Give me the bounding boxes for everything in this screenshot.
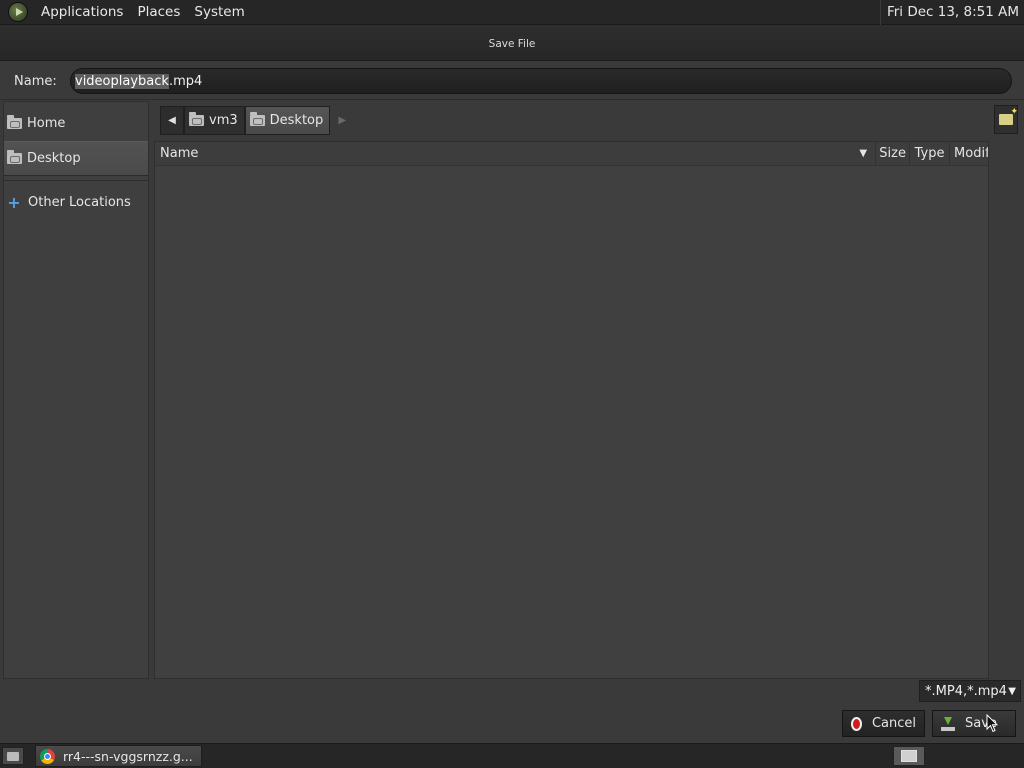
save-file-dialog: Save File Name: videoplayback .mp4 Home D… — [0, 25, 1024, 743]
filename-extension-text: .mp4 — [168, 73, 203, 89]
sidebar-item-label: Desktop — [27, 151, 81, 166]
taskbar-window-button[interactable]: rr4---sn-vggsrnzz.g... — [35, 745, 202, 767]
save-download-icon — [941, 716, 955, 731]
column-header-modified[interactable]: Modif — [950, 142, 988, 166]
dialog-title: Save File — [0, 25, 1024, 61]
separator — [0, 99, 1024, 100]
path-segment-label: vm3 — [209, 113, 238, 128]
sidebar-item-other-locations[interactable]: + Other Locations — [4, 185, 148, 220]
sidebar-item-label: Other Locations — [28, 195, 131, 210]
list-side-area — [990, 141, 1024, 679]
sidebar-item-desktop[interactable]: Desktop — [4, 141, 148, 176]
sidebar-item-label: Home — [27, 116, 66, 131]
chevron-down-icon: ▼ — [1008, 685, 1016, 697]
menu-system[interactable]: System — [187, 4, 251, 20]
clock[interactable]: Fri Dec 13, 8:51 AM — [879, 0, 1024, 25]
bottom-panel: rr4---sn-vggsrnzz.g... — [0, 743, 1024, 768]
file-type-filter-dropdown[interactable]: *.MP4,*.mp4 ▼ — [919, 680, 1021, 702]
path-segment-desktop[interactable]: Desktop — [244, 106, 331, 135]
sidebar-divider — [4, 180, 148, 181]
top-menu: Applications Places System — [0, 0, 252, 25]
column-header-name[interactable]: Name ▼ — [155, 141, 877, 166]
taskbar-window-title: rr4---sn-vggsrnzz.g... — [63, 748, 193, 764]
path-bar: ◀ vm3 Desktop ▶ — [160, 106, 354, 135]
filter-value: *.MP4,*.mp4 — [925, 683, 1007, 699]
app-logo-icon[interactable] — [8, 2, 28, 22]
cancel-label: Cancel — [871, 716, 916, 731]
path-scroll-left-button[interactable]: ◀ — [160, 106, 184, 135]
column-header-size[interactable]: Size — [876, 141, 911, 166]
workspace-switcher[interactable] — [893, 746, 925, 766]
column-header-type[interactable]: Type — [910, 141, 951, 166]
top-panel: Applications Places System Fri Dec 13, 8… — [0, 0, 1024, 25]
name-row: Name: videoplayback .mp4 — [0, 63, 1024, 99]
column-name-label: Name — [160, 146, 199, 161]
home-folder-icon — [7, 115, 22, 129]
mouse-cursor-icon — [986, 713, 999, 737]
new-folder-icon — [999, 107, 1018, 125]
file-list[interactable]: Name ▼ Size Type Modif — [154, 141, 989, 679]
path-segment-vm3[interactable]: vm3 — [184, 106, 245, 135]
file-list-header: Name ▼ Size Type Modif — [155, 141, 988, 166]
chrome-icon — [40, 748, 55, 764]
name-label: Name: — [14, 73, 57, 89]
show-desktop-icon[interactable] — [2, 747, 24, 765]
path-scroll-right-button[interactable]: ▶ — [330, 106, 354, 135]
plus-icon: + — [7, 192, 21, 212]
cancel-icon — [851, 716, 862, 731]
cancel-button[interactable]: Cancel — [842, 710, 925, 737]
desktop-folder-icon — [7, 150, 22, 164]
filename-input[interactable]: videoplayback .mp4 — [70, 68, 1012, 94]
sort-descending-icon: ▼ — [859, 148, 868, 159]
menu-applications[interactable]: Applications — [34, 4, 130, 20]
sidebar-item-home[interactable]: Home — [4, 106, 148, 141]
folder-icon — [249, 112, 265, 126]
create-folder-button[interactable] — [994, 105, 1018, 134]
menu-places[interactable]: Places — [130, 4, 187, 20]
save-button[interactable]: Save — [932, 710, 1016, 737]
folder-icon — [189, 112, 204, 126]
filename-selected-text: videoplayback — [75, 73, 169, 89]
path-segment-label: Desktop — [269, 113, 324, 128]
places-sidebar: Home Desktop + Other Locations — [3, 101, 149, 679]
